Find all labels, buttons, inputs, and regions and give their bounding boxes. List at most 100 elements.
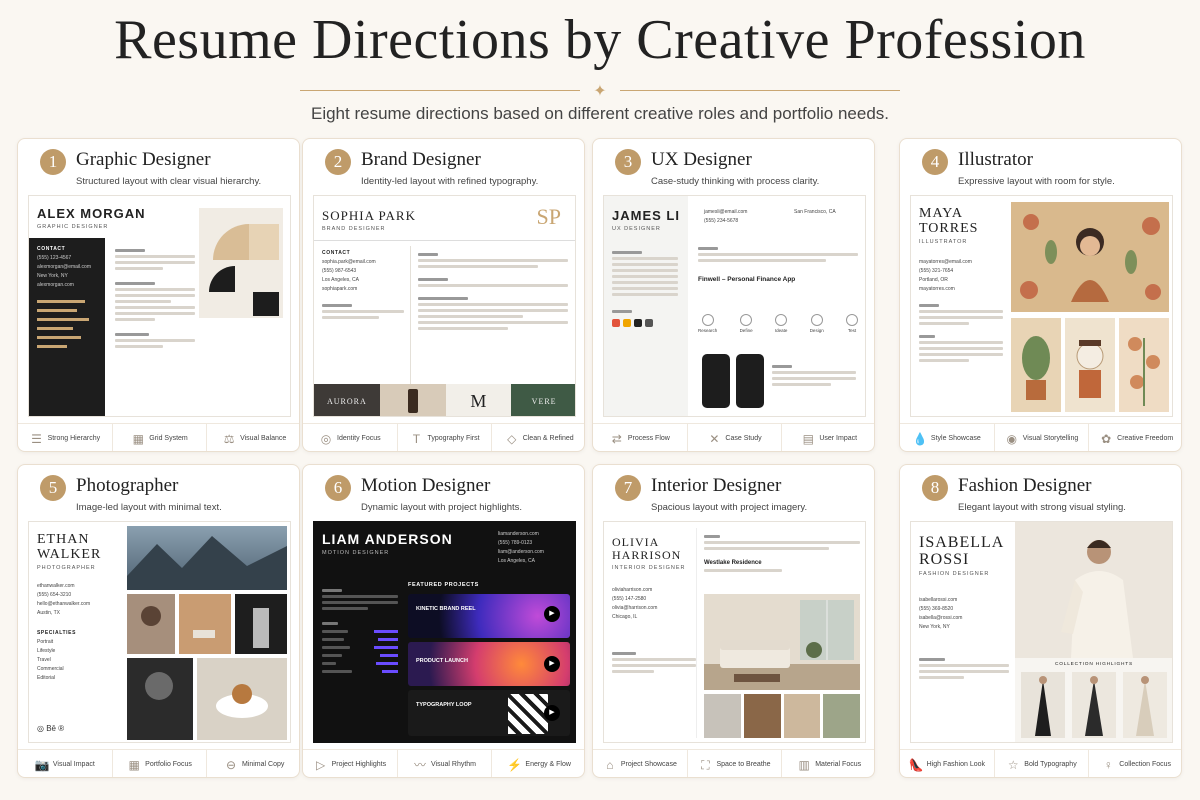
feature-item: 📷 Visual Impact [18,750,113,777]
balance-icon: ⚖ [223,431,235,446]
resume-name: OLIVIA HARRISON [612,535,682,562]
feature-item: ⚖ Visual Balance [223,431,287,446]
heel-icon: 👠 [908,757,924,772]
brand-tile: M [445,384,512,416]
card-title: Illustrator [958,149,1033,170]
feature-row: ☰ Strong Hierarchy ▦ Grid System ⚖ Visual B… [18,423,299,451]
contact-line: alexmorgan@email.com [37,264,91,270]
contact-line: Los Angeles, CA [498,558,535,564]
star-icon: ☆ [1007,757,1019,772]
contact-line: (555) 123-4567 [37,255,72,261]
card-title: Brand Designer [361,149,481,170]
feature-item: ▤ User Impact [802,431,858,446]
page-subtitle: Eight resume directions based on differe… [310,104,890,123]
feature-item: ⇄ Process Flow [593,424,688,451]
collection-heading: COLLECTION HIGHLIGHTS [1054,662,1134,667]
card-fashion-designer[interactable]: 8 Fashion Designer Elegant layout with s… [899,464,1182,778]
feature-row: ⌂ Project Showcase ⛶ Space to Breathe ▥ Mat… [593,749,874,777]
project-video[interactable]: TYPOGRAPHY LOOP ▶ [408,690,570,736]
feature-item: ✕ Case Study [688,424,783,451]
illustration-bear-artwork [1065,318,1115,412]
resume-thumbnail: MAYA TORRES ILLUSTRATOR mayatorres@email… [910,195,1173,417]
contact-line: isabella@rossi.com [919,615,963,621]
phone-mockup [736,354,764,408]
feature-item: ☆ Bold Typography [995,750,1090,777]
card-graphic-designer[interactable]: 1 Graphic Designer Structured layout wit… [17,138,300,452]
feature-item: ♀ Collection Focus [1089,750,1181,777]
contact-line: liam@anderson.com [498,549,544,555]
feature-row: 👠 High Fashion Look ☆ Bold Typography ♀ Col… [900,749,1181,777]
resume-name: ISABELLA ROSSI [919,534,1004,568]
project-video[interactable]: KINETIC BRAND REEL ▶ [408,594,570,638]
title-divider: ✦ [300,83,900,100]
feature-row: ⇄ Process Flow ✕ Case Study ▤ User Impact [593,423,874,451]
resume-thumbnail: LIAM ANDERSON MOTION DESIGNER liamanders… [313,521,576,743]
card-brand-designer[interactable]: 2 Brand Designer Identity-led layout wit… [302,138,585,452]
card-title: Interior Designer [651,475,782,496]
camera-icon: 📷 [34,757,50,772]
palette-icon: ✿ [1101,431,1112,446]
card-photographer[interactable]: 5 Photographer Image-led layout with min… [17,464,300,778]
resume-name: SOPHIA PARK [322,208,416,223]
contact-line: ethanwalker.com [37,583,75,589]
case-study-icon: ✕ [709,431,720,446]
illustration-plant-artwork [1011,318,1061,412]
monogram: SP [536,204,561,229]
contact-line: Chicago, IL [612,614,638,620]
feature-item: ☰ Strong Hierarchy [18,424,113,451]
waveform-icon: 〰 [413,757,426,772]
card-motion-designer[interactable]: 6 Motion Designer Dynamic layout with pr… [302,464,585,778]
feature-row: ▷ Project Highlights 〰 Visual Rhythm ⚡ Ener… [303,749,584,777]
resume-thumbnail: ISABELLA ROSSI FASHION DESIGNER isabella… [910,521,1173,743]
card-title: Graphic Designer [76,149,211,170]
hierarchy-icon: ☰ [31,431,42,446]
contact-line: (555) 654-3210 [37,592,72,598]
feature-item: ◎ Identity Focus [303,424,398,451]
card-illustrator[interactable]: 4 Illustrator Expressive layout with roo… [899,138,1182,452]
contact-line: jamesli@email.com [704,209,748,215]
geometric-artwork [199,208,283,318]
contact-line: hello@ethanwalker.com [37,601,91,607]
material-swatch [743,694,781,738]
play-icon[interactable]: ▶ [544,705,560,721]
dress-icon: ♀ [1103,757,1113,772]
project-video[interactable]: PRODUCT LAUNCH ▶ [408,642,570,686]
material-swatch [704,694,741,738]
resume-role: INTERIOR DESIGNER [612,565,686,571]
page-title: Resume Directions by Creative Profession [114,9,1086,71]
collection-looks [1021,672,1167,738]
card-ux-designer[interactable]: 3 UX Designer Case-study thinking with p… [592,138,875,452]
contact-line: sophiapark.com [322,286,358,292]
card-number: 7 [615,475,641,501]
card-description: Identity-led layout with refined typogra… [361,176,539,187]
resume-thumbnail: ETHAN WALKER PHOTOGRAPHER ethanwalker.co… [28,521,291,743]
drop-icon: 💧 [912,431,928,446]
contact-line: Los Angeles, CA [322,277,359,283]
social-icons: ◎ Bē ® [37,724,65,733]
feature-row: 📷 Visual Impact ▦ Portfolio Focus ⊖ Minimal… [18,749,299,777]
card-number: 8 [922,475,948,501]
play-icon[interactable]: ▶ [544,656,560,672]
resume-role: UX DESIGNER [612,226,661,232]
specialties-heading: SPECIALTIES [37,630,77,636]
material-swatch [783,694,821,738]
card-description: Image-led layout with minimal text. [76,502,222,513]
card-interior-designer[interactable]: 7 Interior Designer Spacious layout with… [592,464,875,778]
feature-item: T Typography First [398,424,493,451]
feature-item: ⛶ Space to Breathe [688,750,783,777]
grid-icon: ▦ [132,431,144,446]
feature-item: 〰 Visual Rhythm [398,750,493,777]
feature-item: ⚡ Energy & Flow [507,757,571,772]
card-description: Dynamic layout with project highlights. [361,502,523,513]
typography-icon: T [412,431,421,446]
product-tile [379,384,446,416]
feature-item: ▦ Portfolio Focus [113,750,208,777]
resume-role: FASHION DESIGNER [919,571,990,577]
feature-row: ◎ Identity Focus T Typography First ◇ Clean… [303,423,584,451]
play-icon[interactable]: ▶ [544,606,560,622]
card-number: 6 [325,475,351,501]
feature-row: 💧 Style Showcase ◉ Visual Storytelling ✿ Cr… [900,423,1181,451]
minus-icon: ⊖ [225,757,236,772]
feature-item: ▷ Project Highlights [303,750,398,777]
resume-thumbnail: ALEX MORGAN GRAPHIC DESIGNER CONTACT (55… [28,195,291,417]
